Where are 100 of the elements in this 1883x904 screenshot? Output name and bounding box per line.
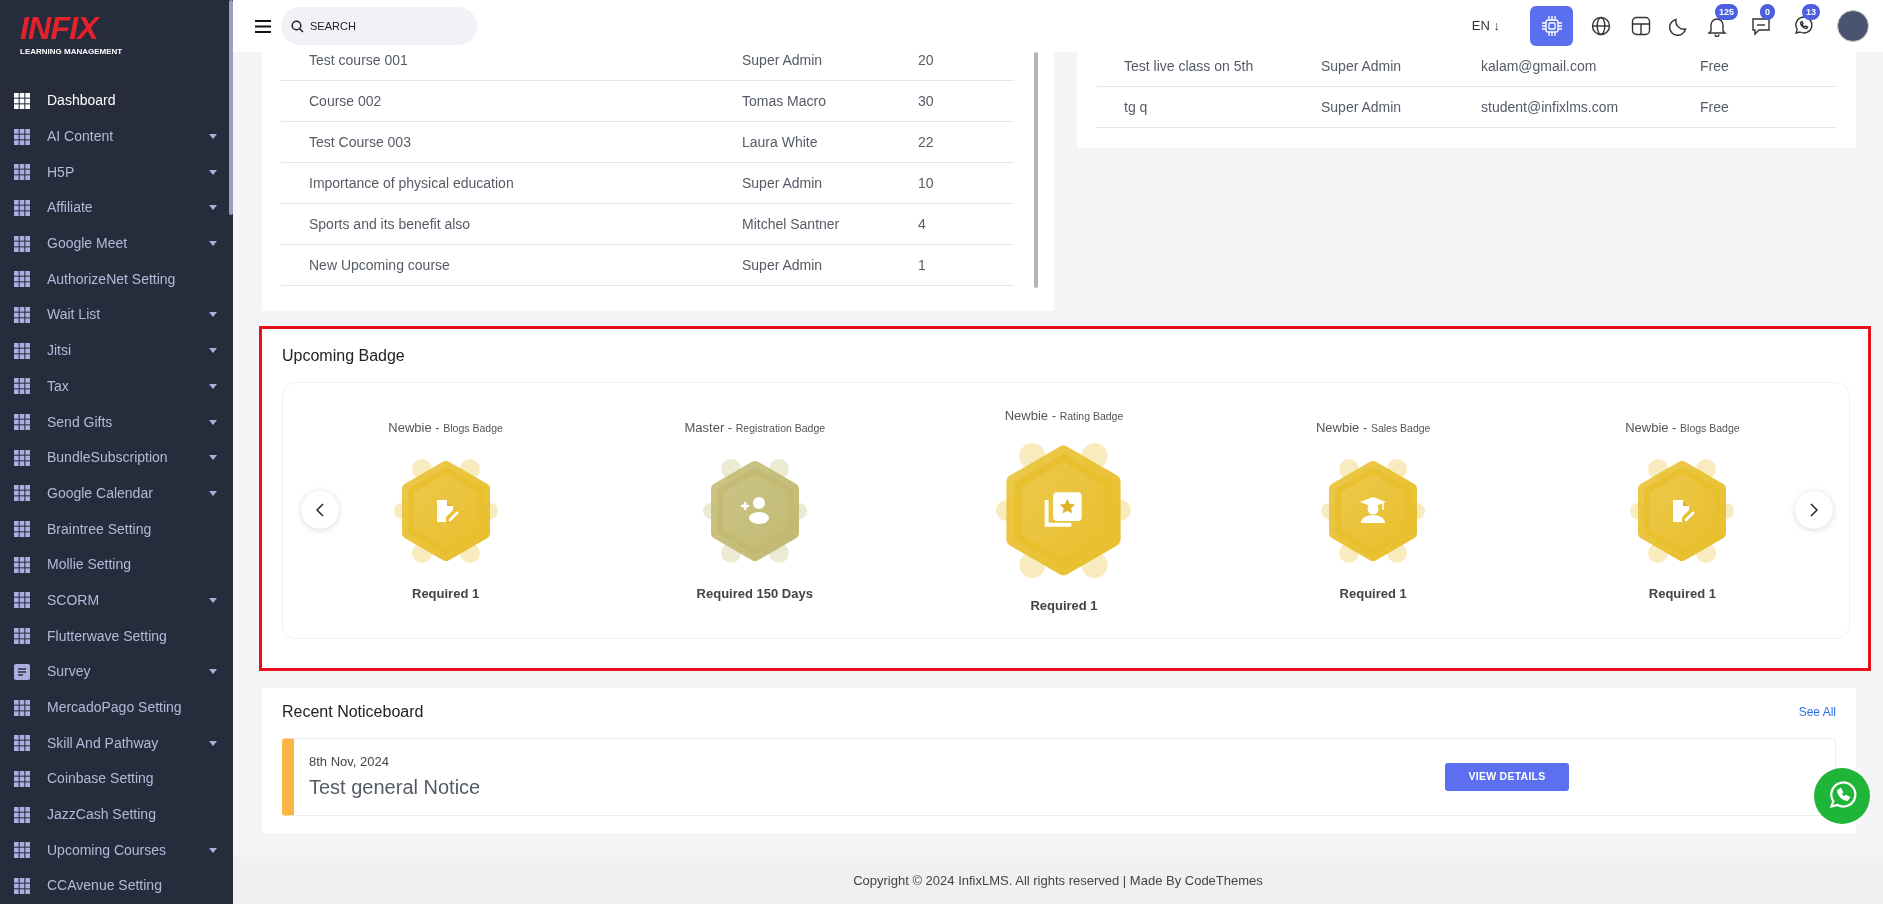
sidebar-item[interactable]: H5P xyxy=(0,154,233,191)
table-cell-text: 30 xyxy=(918,91,935,111)
badge-requirement: Required 1 xyxy=(1030,597,1098,615)
grid-icon xyxy=(14,770,30,787)
grid-icon xyxy=(14,199,30,216)
table-cell-text: Mitchel Santner xyxy=(742,214,841,234)
badge-requirement: Required 150 Days xyxy=(696,584,813,603)
sidebar-item[interactable]: Mollie Setting xyxy=(0,546,233,583)
grid-icon xyxy=(14,806,30,823)
grid-icon xyxy=(14,128,30,145)
scrollbar-thumb[interactable] xyxy=(1034,52,1038,288)
copyright-text: Copyright © 2024 InfixLMS. All rights reserved | Made By CodeThemes xyxy=(853,871,1263,890)
sidebar-item[interactable]: Send Gifts xyxy=(0,404,233,440)
chip-icon xyxy=(1540,15,1563,37)
layout-icon[interactable] xyxy=(1631,16,1651,36)
table-cell-text: Free xyxy=(1700,56,1730,76)
grid-icon xyxy=(14,92,30,109)
search-field[interactable]: SEARCH xyxy=(281,7,477,45)
grid-icon xyxy=(14,235,30,252)
table-cell-text: 20 xyxy=(918,52,935,70)
sidebar-item[interactable]: Survey xyxy=(0,654,233,690)
sidebar-item[interactable]: Flutterwave Setting xyxy=(0,618,233,654)
whatsapp-icon[interactable] xyxy=(1793,16,1813,36)
section-title: Upcoming Badge xyxy=(282,346,405,366)
globe-icon[interactable] xyxy=(1591,16,1611,36)
grid-icon xyxy=(14,592,30,609)
avatar[interactable] xyxy=(1837,10,1869,42)
sidebar-item[interactable]: Google Calendar xyxy=(0,475,233,512)
sidebar-item[interactable]: Upcoming Courses xyxy=(0,832,233,869)
sidebar-item[interactable]: BundleSubscription xyxy=(0,439,233,476)
table-cell-text: 22 xyxy=(918,132,935,152)
sidebar-item[interactable]: CCAvenue Setting xyxy=(0,868,233,904)
table-cell-text: Free xyxy=(1700,97,1730,117)
grid-icon xyxy=(14,271,30,288)
grid-icon xyxy=(14,521,30,538)
moon-icon[interactable] xyxy=(1669,16,1689,36)
grid-icon xyxy=(14,556,30,573)
badge-requirement: Required 1 xyxy=(1648,584,1716,603)
view-details-button[interactable]: VIEW DETAILS xyxy=(1445,763,1569,791)
grid-icon xyxy=(14,306,30,323)
notice-title: Test general Notice xyxy=(309,774,481,800)
see-all-link[interactable]: See All xyxy=(1798,703,1836,721)
notification-count: 125 xyxy=(1715,3,1739,20)
chevron-left-icon xyxy=(316,503,324,517)
grid-icon xyxy=(14,735,30,752)
ai-button[interactable] xyxy=(1530,6,1573,46)
language-selector[interactable]: EN ↓ xyxy=(1471,16,1500,36)
table-cell-text: Course 002 xyxy=(308,91,383,111)
logo-text: INFIX xyxy=(20,12,98,44)
sidebar-item[interactable]: Skill And Pathway xyxy=(0,725,233,762)
sidebar-item[interactable]: Coinbase Setting xyxy=(0,761,233,797)
badge-requirement: Required 1 xyxy=(1339,584,1407,603)
table-cell-text: New Upcoming course xyxy=(308,255,451,275)
chevron-right-icon xyxy=(1810,503,1818,517)
sidebar-item[interactable]: Google Meet xyxy=(0,225,233,262)
table-cell-text: 1 xyxy=(918,255,927,275)
next-button[interactable] xyxy=(1795,491,1833,529)
sidebar-item[interactable]: JazzCash Setting xyxy=(0,796,233,833)
sidebar-item[interactable]: Dashboard xyxy=(0,83,233,119)
search-icon xyxy=(291,20,304,33)
sidebar-item[interactable]: Tax xyxy=(0,368,233,405)
sidebar-item[interactable]: AI Content xyxy=(0,118,233,155)
badge-name: Newbie - Blogs Badge xyxy=(388,419,503,437)
whatsapp-icon xyxy=(1827,781,1857,811)
grid-icon xyxy=(14,342,30,359)
badge-name: Newbie - Rating Badge xyxy=(1004,406,1124,425)
grid-icon xyxy=(14,877,30,894)
table-cell-text: Importance of physical education xyxy=(308,173,515,193)
sidebar-item[interactable]: MercadoPago Setting xyxy=(0,689,233,726)
table-cell-text: Sports and its benefit also xyxy=(308,214,472,234)
table-cell-text: Super Admin xyxy=(1321,97,1403,117)
grid-icon xyxy=(14,485,30,502)
table-cell-text: 4 xyxy=(918,214,927,234)
table-cell-text: Super Admin xyxy=(742,173,824,193)
table-cell-text: Super Admin xyxy=(742,255,824,275)
notice-date: 8th Nov, 2024 xyxy=(309,753,389,772)
table-cell-text: Super Admin xyxy=(742,52,824,70)
table-cell-text: Tomas Macro xyxy=(742,91,828,111)
sidebar-item[interactable]: AuthorizeNet Setting xyxy=(0,261,233,298)
grid-icon xyxy=(14,842,30,859)
bell-icon[interactable] xyxy=(1707,15,1727,37)
table-cell-text: student@infixlms.com xyxy=(1481,97,1620,117)
sidebar-item[interactable]: Jitsi xyxy=(0,332,233,369)
sidebar-item[interactable]: SCORM xyxy=(0,582,233,619)
chat-icon[interactable] xyxy=(1751,16,1771,36)
table-cell-text: Test Course 003 xyxy=(308,132,412,152)
message-count: 0 xyxy=(1760,4,1775,20)
badge-name: Newbie - Sales Badge xyxy=(1315,419,1431,437)
grid-icon xyxy=(14,628,30,645)
badge-name: Master - Registration Badge xyxy=(684,419,826,437)
previous-button[interactable] xyxy=(301,491,339,529)
sidebar-item[interactable]: Wait List xyxy=(0,297,233,333)
table-cell-text: Test course 001 xyxy=(308,52,409,70)
sidebar-item[interactable]: Braintree Setting xyxy=(0,511,233,547)
section-title: Recent Noticeboard xyxy=(282,702,424,722)
sidebar-item[interactable]: Affiliate xyxy=(0,190,233,226)
document-icon xyxy=(14,663,30,680)
scrollbar-thumb[interactable] xyxy=(229,0,233,215)
badge-name: Newbie - Blogs Badge xyxy=(1625,419,1740,437)
menu-icon[interactable] xyxy=(255,19,271,33)
